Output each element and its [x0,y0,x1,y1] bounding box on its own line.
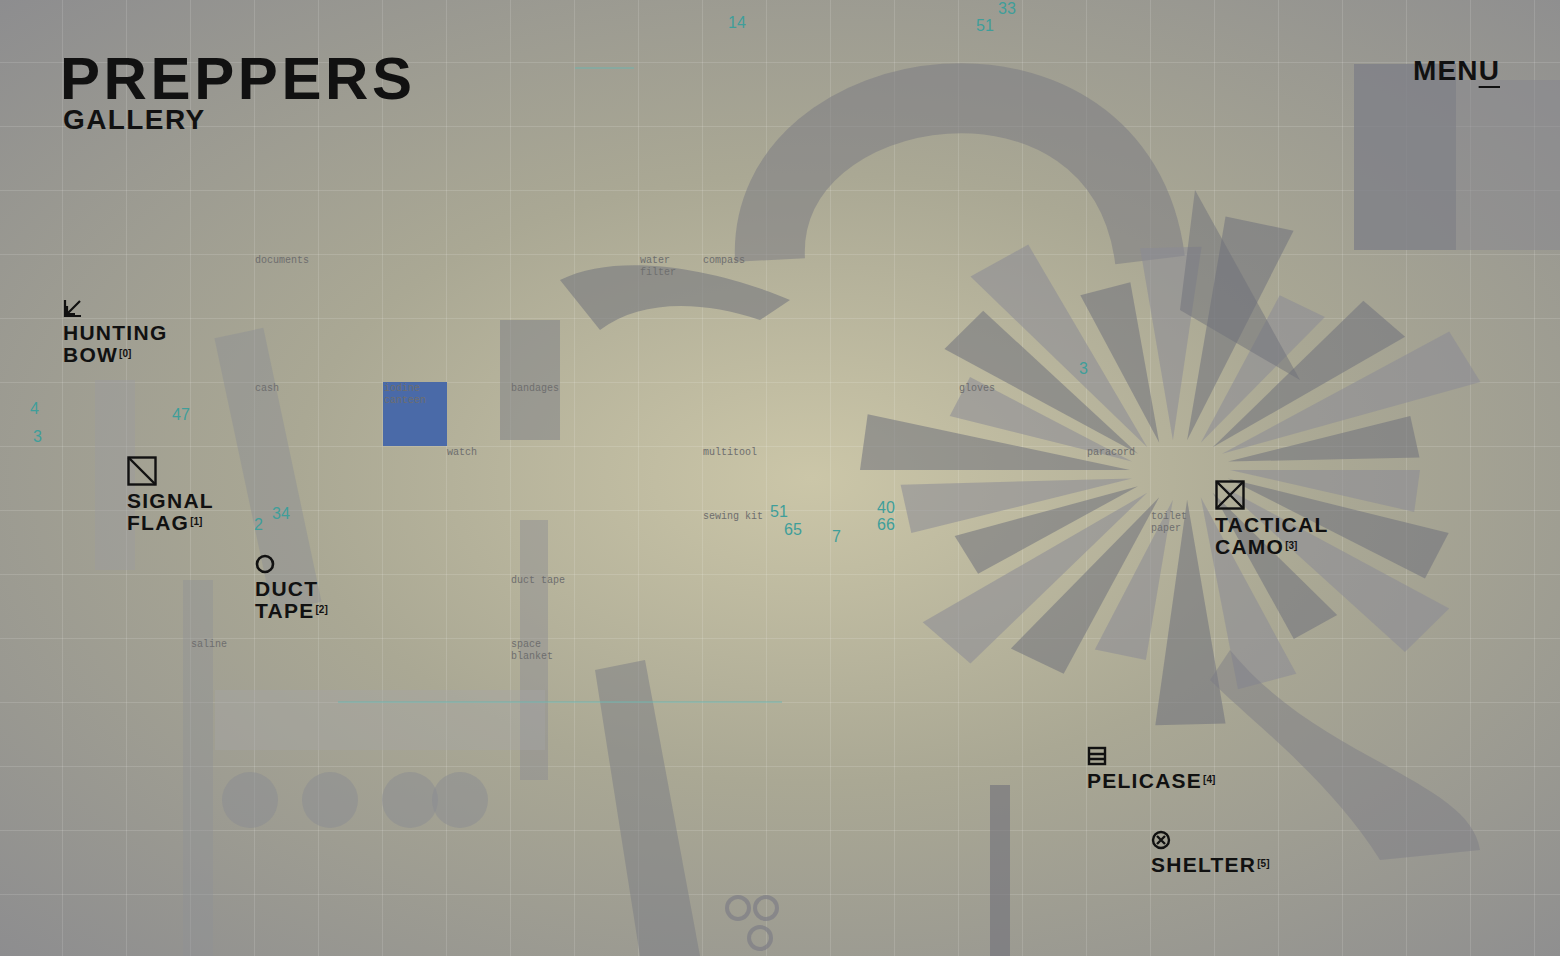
hotspot[interactable]: DUCTTAPE[2] [255,554,328,622]
scene-number: 2 [254,516,263,534]
scene-label: duct tape [511,575,571,587]
logo[interactable]: PREPPERSGALLERY [60,52,416,134]
scene-label: toilet paper [1151,511,1211,535]
hotspot-label: DUCTTAPE[2] [255,578,328,622]
menu-underlined-letter: U [1479,55,1500,86]
scene-number: 40 [877,499,895,517]
scene-number: 66 [877,516,895,534]
scene-label: saline [191,639,251,651]
scene-number: 34 [272,505,290,523]
scene-render [0,0,1560,956]
scene-number: 51 [770,503,788,521]
circle-icon [255,554,275,574]
scene-label: water filter [640,255,700,279]
scene-label: multitool [703,447,763,459]
menu-button[interactable]: MENU [1413,52,1500,88]
arrow-icon [63,298,83,318]
scene-label: watch [447,447,507,459]
scene-label: sewing kit [703,511,763,523]
hotspot-index: [4] [1203,774,1215,785]
case-icon [1087,746,1107,766]
scene-label: cash [255,383,315,395]
hotspot-index: [2] [316,604,328,615]
slash-icon [127,456,157,486]
hotspot-label: PELICASE[4] [1087,770,1215,792]
scene-number: 51 [976,17,994,35]
hotspot[interactable]: TACTICALCAMO[3] [1215,480,1329,558]
scene-number: 7 [832,528,841,546]
hotspot-index: [5] [1257,858,1269,869]
scene-label: compass [703,255,763,267]
cross-icon [1215,480,1245,510]
circlecross-icon [1151,830,1171,850]
scene-number: 3 [1079,360,1088,378]
scene-number: 65 [784,521,802,539]
hotspot[interactable]: HUNTINGBOW[0] [63,298,167,366]
hotspot-label: SHELTER[5] [1151,854,1270,876]
gallery-page: documents water filtercompass cash iodine c… [0,0,1560,956]
hotspot-label: TACTICALCAMO[3] [1215,514,1329,558]
hotspot-index: [1] [190,516,202,527]
scene-label: paracord [1087,447,1147,459]
logo-title: PREPPERS [60,52,416,106]
scene-number: 14 [728,14,746,32]
logo-subtitle: GALLERY [60,106,416,134]
scene-label: gloves [959,383,1019,395]
scene-label: bandages [511,383,571,395]
hotspot-label: HUNTINGBOW[0] [63,322,167,366]
scene-number: 3 [33,428,42,446]
hotspot[interactable]: SIGNALFLAG[1] [127,456,214,534]
scene-number: 47 [172,406,190,424]
scene-label: iodine canteen [384,383,444,407]
scene-label: documents [255,255,315,267]
hotspot[interactable]: SHELTER[5] [1151,830,1270,876]
site-header: PREPPERSGALLERY MENU [0,0,1560,134]
hotspot-index: [3] [1285,540,1297,551]
hotspot-index: [0] [119,348,131,359]
hotspot-label: SIGNALFLAG[1] [127,490,214,534]
hotspot[interactable]: PELICASE[4] [1087,746,1215,792]
scene-number: 4 [30,400,39,418]
scene-label: space blanket [511,639,571,663]
scene-number: 33 [998,0,1016,18]
